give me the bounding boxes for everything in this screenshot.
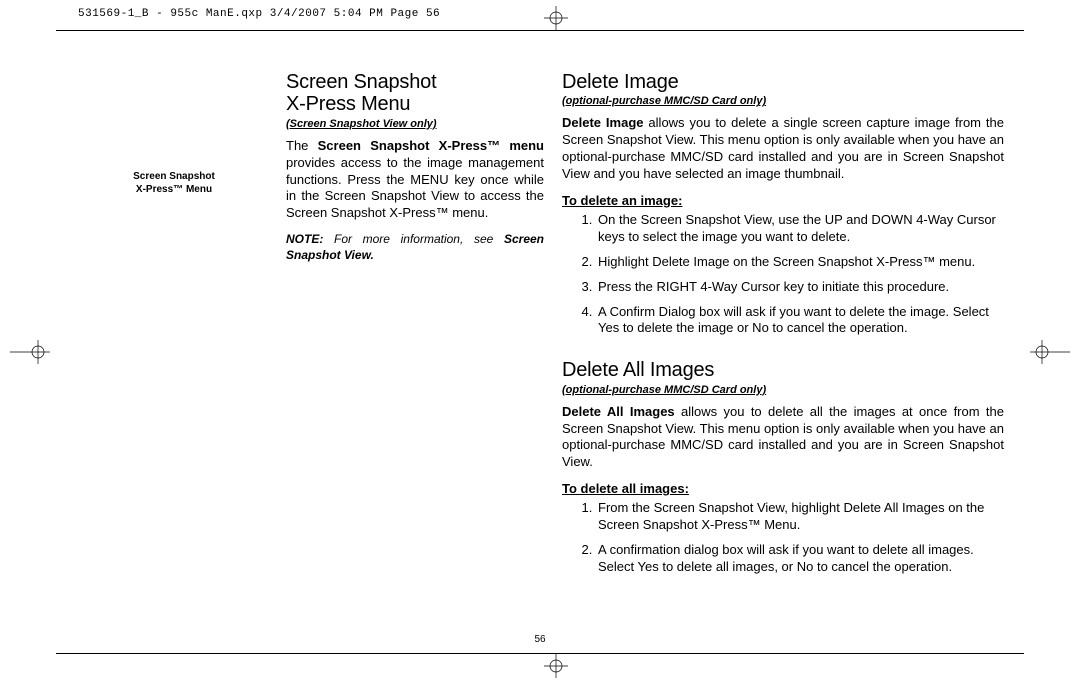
s2-subtitle: (optional-purchase MMC/SD Card only): [562, 384, 1004, 396]
figure-caption: Screen Snapshot X-Press™ Menu: [74, 171, 274, 196]
s1-paragraph: Delete Image allows you to delete a sing…: [562, 115, 1004, 183]
mid-subtitle: (Screen Snapshot View only): [286, 118, 544, 130]
list-item: On the Screen Snapshot View, use the UP …: [596, 212, 1004, 246]
s2-para-lead: Delete All Images: [562, 404, 675, 419]
mid-note: NOTE: For more information, see Screen S…: [286, 232, 544, 263]
reg-mark-bottom: [544, 654, 568, 678]
caption-line1: Screen Snapshot: [133, 171, 215, 182]
s1-title: Delete Image: [562, 71, 1004, 93]
mid-column: Screen Snapshot X-Press Menu (Screen Sna…: [286, 71, 544, 263]
list-item: A confirmation dialog box will ask if yo…: [596, 542, 1004, 576]
page-number: 56: [534, 634, 545, 645]
reg-mark-left: [10, 340, 50, 364]
mid-para-after: provides access to the image management …: [286, 155, 544, 221]
s1-howto-head: To delete an image:: [562, 193, 1004, 208]
reg-mark-right: [1030, 340, 1070, 364]
mid-title-line1: Screen Snapshot: [286, 71, 436, 93]
list-item: A Confirm Dialog box will ask if you wan…: [596, 304, 1004, 338]
caption-line2: X-Press™ Menu: [136, 184, 212, 195]
mid-title-line2: X-Press Menu: [286, 93, 410, 115]
s2-wrapper: Delete All Images (optional-purchase MMC…: [562, 359, 1004, 576]
content-area: Screen Snapshot X-Press™ Menu Screen Sna…: [74, 71, 1006, 633]
right-column: Delete Image (optional-purchase MMC/SD C…: [562, 71, 1004, 584]
s2-paragraph: Delete All Images allows you to delete a…: [562, 404, 1004, 472]
list-item: Press the RIGHT 4-Way Cursor key to init…: [596, 279, 1004, 296]
s2-steps: From the Screen Snapshot View, highlight…: [562, 500, 1004, 576]
note-lead: NOTE:: [286, 232, 323, 246]
list-item: From the Screen Snapshot View, highlight…: [596, 500, 1004, 534]
s1-steps: On the Screen Snapshot View, use the UP …: [562, 212, 1004, 337]
s1-para-lead: Delete Image: [562, 115, 644, 130]
reg-mark-top: [544, 6, 568, 30]
mid-para-before: The: [286, 138, 318, 153]
page-frame: Screen Snapshot X-Press™ Menu Screen Sna…: [56, 30, 1024, 654]
mid-paragraph: The Screen Snapshot X-Press™ menu provid…: [286, 138, 544, 222]
s1-subtitle: (optional-purchase MMC/SD Card only): [562, 95, 1004, 107]
mid-para-lead: Screen Snapshot X-Press™ menu: [318, 138, 544, 153]
mid-title: Screen Snapshot X-Press Menu: [286, 71, 544, 116]
s2-howto-head: To delete all images:: [562, 481, 1004, 496]
note-text: For more information, see: [323, 232, 504, 246]
print-header: 531569-1_B - 955c ManE.qxp 3/4/2007 5:04…: [78, 8, 440, 20]
s2-title: Delete All Images: [562, 359, 1004, 381]
list-item: Highlight Delete Image on the Screen Sna…: [596, 254, 1004, 271]
figure-column: Screen Snapshot X-Press™ Menu: [74, 75, 274, 196]
